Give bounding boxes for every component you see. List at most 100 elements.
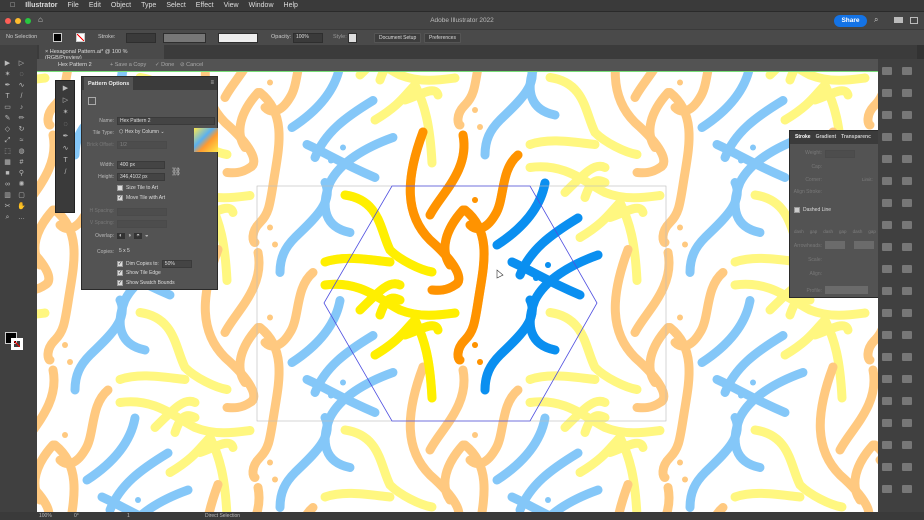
stroke-weight-field[interactable]: [126, 33, 156, 43]
menu-select[interactable]: Select: [166, 2, 185, 9]
v-spacing-field[interactable]: [117, 220, 167, 228]
rotation-value[interactable]: 0°: [74, 513, 79, 519]
menu-app[interactable]: Illustrator: [25, 2, 57, 9]
pencil-tool-icon[interactable]: ✏: [17, 114, 26, 123]
minimize-window-button[interactable]: [15, 18, 21, 24]
dock-panel-icon[interactable]: [882, 331, 892, 339]
tile-type-dropdown[interactable]: ⬡ Hex by Column ⌄: [117, 129, 189, 137]
dock-panel-icon[interactable]: [902, 243, 912, 251]
dock-panel-icon[interactable]: [902, 287, 912, 295]
menu-view[interactable]: View: [224, 2, 239, 9]
lasso-tool-icon[interactable]: ◌: [61, 120, 70, 129]
mesh-tool-icon[interactable]: #: [17, 158, 26, 167]
dock-panel-icon[interactable]: [902, 419, 912, 427]
link-proportions-icon[interactable]: ⛓: [171, 167, 181, 176]
isolation-pattern-name[interactable]: Hex Pattern 2: [58, 62, 92, 68]
type-tool-icon[interactable]: T: [3, 92, 12, 101]
zoom-level[interactable]: 100%: [39, 513, 52, 519]
rectangle-tool-icon[interactable]: ▭: [3, 103, 12, 112]
rotate-tool-icon[interactable]: ↻: [17, 125, 26, 134]
dock-panel-icon[interactable]: [882, 133, 892, 141]
pen-tool-icon[interactable]: ✒: [61, 132, 70, 141]
weight-field[interactable]: [825, 150, 855, 158]
end-arrowhead-dropdown[interactable]: [854, 241, 874, 249]
menu-window[interactable]: Window: [249, 2, 274, 9]
workspace-icon[interactable]: [894, 17, 903, 23]
dock-panel-icon[interactable]: [882, 221, 892, 229]
cancel-button[interactable]: ⊘ Cancel: [180, 62, 203, 68]
opacity-field[interactable]: 100%: [293, 33, 323, 43]
perspective-tool-icon[interactable]: ▦: [3, 158, 12, 167]
menu-object[interactable]: Object: [111, 2, 131, 9]
selection-tool-icon[interactable]: ▶: [61, 84, 70, 93]
overlap-bottom-icon[interactable]: ◒: [145, 233, 149, 239]
close-window-button[interactable]: [5, 18, 11, 24]
menu-help[interactable]: Help: [284, 2, 298, 9]
menu-file[interactable]: File: [68, 2, 79, 9]
dock-panel-icon[interactable]: [902, 221, 912, 229]
dashed-line-checkbox[interactable]: [794, 207, 800, 213]
dock-panel-icon[interactable]: [902, 331, 912, 339]
graph-tool-icon[interactable]: ▥: [3, 191, 12, 200]
show-swatch-bounds-checkbox[interactable]: ✓: [117, 280, 123, 286]
menu-edit[interactable]: Edit: [89, 2, 101, 9]
height-field[interactable]: 346,4102 px: [117, 173, 165, 181]
gradient-tool-icon[interactable]: ■: [3, 169, 12, 178]
direct-selection-tool-icon[interactable]: ▷: [61, 96, 70, 105]
show-tile-edge-checkbox[interactable]: ✓: [117, 270, 123, 276]
dock-panel-icon[interactable]: [902, 199, 912, 207]
dock-panel-icon[interactable]: [902, 463, 912, 471]
move-tile-checkbox[interactable]: ✓: [117, 195, 123, 201]
magic-wand-tool-icon[interactable]: ✶: [61, 108, 70, 117]
shape-builder-tool-icon[interactable]: ◍: [17, 147, 26, 156]
style-swatch[interactable]: [348, 33, 357, 43]
profile-dropdown[interactable]: [825, 286, 868, 294]
symbol-sprayer-tool-icon[interactable]: ✺: [17, 180, 26, 189]
eraser-tool-icon[interactable]: ◇: [3, 125, 12, 134]
size-tile-checkbox[interactable]: [117, 185, 123, 191]
h-spacing-field[interactable]: [117, 208, 167, 216]
dock-panel-icon[interactable]: [902, 133, 912, 141]
home-icon[interactable]: ⌂: [38, 15, 43, 24]
dock-panel-icon[interactable]: [882, 375, 892, 383]
dock-panel-icon[interactable]: [902, 67, 912, 75]
line-tool-icon[interactable]: /: [61, 168, 70, 177]
magic-wand-tool-icon[interactable]: ✶: [3, 70, 12, 79]
apple-menu[interactable]: : [10, 2, 15, 9]
dock-panel-icon[interactable]: [882, 287, 892, 295]
artboard-tool-icon[interactable]: ▢: [17, 191, 26, 200]
fill-swatch[interactable]: [53, 33, 62, 42]
dock-panel-icon[interactable]: [902, 485, 912, 493]
dock-panel-icon[interactable]: [882, 177, 892, 185]
done-button[interactable]: ✓ Done: [155, 62, 174, 68]
dock-panel-icon[interactable]: [882, 353, 892, 361]
blend-tool-icon[interactable]: ∞: [3, 180, 12, 189]
hand-tool-icon[interactable]: ✋: [17, 202, 26, 211]
panel-menu-icon[interactable]: ≡: [210, 80, 214, 86]
lasso-tool-icon[interactable]: ◌: [17, 70, 26, 79]
selection-tool-icon[interactable]: ▶: [3, 59, 12, 68]
brush-field[interactable]: [218, 33, 258, 43]
tab-stroke[interactable]: Stroke: [795, 134, 811, 141]
document-setup-button[interactable]: Document Setup: [374, 33, 422, 43]
free-transform-tool-icon[interactable]: ⬚: [3, 147, 12, 156]
dock-panel-icon[interactable]: [902, 265, 912, 273]
dim-copies-field[interactable]: 50%: [161, 260, 192, 268]
dock-panel-icon[interactable]: [882, 89, 892, 97]
width-tool-icon[interactable]: ≈: [17, 136, 26, 145]
dock-panel-icon[interactable]: [882, 155, 892, 163]
dock-panel-icon[interactable]: [882, 243, 892, 251]
overlap-right-icon[interactable]: ◑: [128, 233, 132, 239]
search-icon[interactable]: ⌕: [874, 15, 878, 25]
dock-panel-icon[interactable]: [882, 199, 892, 207]
dim-copies-checkbox[interactable]: ✓: [117, 261, 123, 267]
slice-tool-icon[interactable]: ✂: [3, 202, 12, 211]
dock-panel-icon[interactable]: [902, 375, 912, 383]
dock-panel-icon[interactable]: [882, 265, 892, 273]
dock-panel-icon[interactable]: [882, 463, 892, 471]
dock-panel-icon[interactable]: [882, 309, 892, 317]
menu-type[interactable]: Type: [141, 2, 156, 9]
name-field[interactable]: Hex Pattern 2: [117, 117, 215, 125]
dock-panel-icon[interactable]: [902, 177, 912, 185]
save-copy-button[interactable]: + Save a Copy: [110, 62, 146, 68]
